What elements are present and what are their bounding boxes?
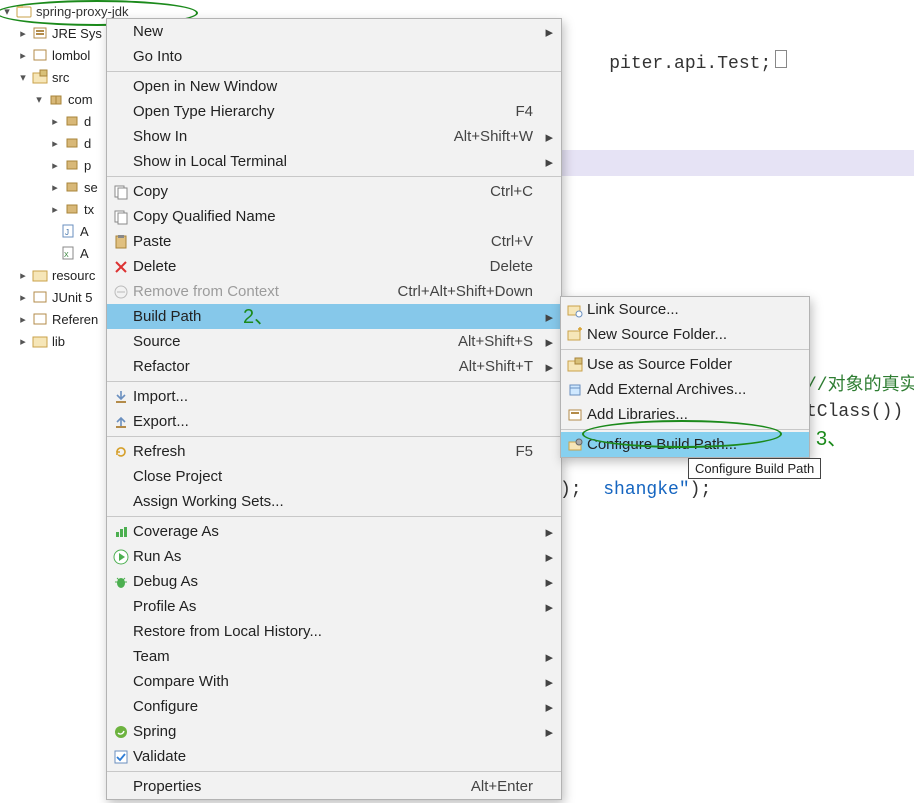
tree-label: src: [52, 70, 69, 85]
chevron-down-icon[interactable]: ▾: [32, 93, 46, 106]
menu-item-properties[interactable]: PropertiesAlt+Enter: [107, 774, 561, 799]
tooltip: Configure Build Path: [688, 458, 821, 479]
library-icon: [32, 289, 48, 305]
tree-label: lib: [52, 334, 65, 349]
tree-label: JUnit 5: [52, 290, 92, 305]
menu-item-new[interactable]: New▸: [107, 19, 561, 44]
menu-item-compare-with[interactable]: Compare With▸: [107, 669, 561, 694]
library-icon: [32, 25, 48, 41]
tree-label: com: [68, 92, 93, 107]
menu-item-copy[interactable]: CopyCtrl+C: [107, 179, 561, 204]
library-icon: [32, 47, 48, 63]
chevron-down-icon[interactable]: ▾: [16, 71, 30, 84]
menu-item-coverage-as[interactable]: Coverage As▸: [107, 519, 561, 544]
context-menu[interactable]: New▸ Go Into Open in New Window Open Typ…: [106, 18, 562, 800]
annotation-ring-3: [582, 420, 782, 448]
library-icon: [563, 407, 587, 423]
refresh-icon: [109, 444, 133, 460]
chevron-right-icon[interactable]: ▸: [16, 27, 30, 40]
validate-icon: [109, 749, 133, 765]
spring-icon: [109, 724, 133, 740]
library-icon: [32, 311, 48, 327]
folder-icon: [32, 333, 48, 349]
tree-label: A: [80, 224, 89, 239]
menu-item-source[interactable]: SourceAlt+Shift+S▸: [107, 329, 561, 354]
paste-icon: [109, 234, 133, 250]
menu-item-open-type-hierarchy[interactable]: Open Type HierarchyF4: [107, 99, 561, 124]
menu-item-restore-local-history[interactable]: Restore from Local History...: [107, 619, 561, 644]
source-folder-icon: [32, 69, 48, 85]
annotation-text-3: 3、: [816, 422, 847, 451]
menu-item-spring[interactable]: Spring▸: [107, 719, 561, 744]
menu-item-validate[interactable]: Validate: [107, 744, 561, 769]
svg-text:J: J: [65, 228, 69, 237]
xml-file-icon: X: [60, 245, 76, 261]
menu-item-add-external-archives[interactable]: Add External Archives...: [561, 377, 809, 402]
tree-label: JRE Sys: [52, 26, 102, 41]
debug-icon: [109, 574, 133, 590]
menu-item-paste[interactable]: PasteCtrl+V: [107, 229, 561, 254]
menu-item-profile-as[interactable]: Profile As▸: [107, 594, 561, 619]
package-icon: [48, 91, 64, 107]
menu-item-run-as[interactable]: Run As▸: [107, 544, 561, 569]
copy-qn-icon: [109, 209, 133, 225]
package-icon: [64, 157, 80, 173]
menu-item-export[interactable]: Export...: [107, 409, 561, 434]
export-icon: [109, 414, 133, 430]
menu-item-team[interactable]: Team▸: [107, 644, 561, 669]
new-source-folder-icon: [563, 327, 587, 343]
remove-context-icon: [109, 284, 133, 300]
tree-label: A: [80, 246, 89, 261]
menu-item-assign-working-sets[interactable]: Assign Working Sets...: [107, 489, 561, 514]
menu-item-import[interactable]: Import...: [107, 384, 561, 409]
java-file-icon: J: [60, 223, 76, 239]
tree-label: lombol: [52, 48, 90, 63]
menu-item-open-new-window[interactable]: Open in New Window: [107, 74, 561, 99]
package-icon: [64, 113, 80, 129]
tree-label: d: [84, 114, 91, 129]
source-folder-icon: [563, 357, 587, 373]
svg-text:X: X: [64, 252, 69, 259]
package-icon: [64, 179, 80, 195]
menu-item-link-source[interactable]: Link Source...: [561, 297, 809, 322]
chevron-right-icon[interactable]: ▸: [16, 49, 30, 62]
menu-item-delete[interactable]: DeleteDelete: [107, 254, 561, 279]
menu-item-configure[interactable]: Configure▸: [107, 694, 561, 719]
coverage-icon: [109, 524, 133, 540]
import-icon: [109, 389, 133, 405]
menu-item-use-as-source-folder[interactable]: Use as Source Folder: [561, 352, 809, 377]
tree-label: resourc: [52, 268, 95, 283]
configure-build-path-icon: [563, 437, 587, 453]
tree-label: se: [84, 180, 98, 195]
tree-label: d: [84, 136, 91, 151]
menu-item-refresh[interactable]: RefreshF5: [107, 439, 561, 464]
package-icon: [64, 201, 80, 217]
tree-label: tx: [84, 202, 94, 217]
menu-item-show-in[interactable]: Show InAlt+Shift+W▸: [107, 124, 561, 149]
package-icon: [64, 135, 80, 151]
run-icon: [109, 549, 133, 565]
copy-icon: [109, 184, 133, 200]
menu-item-debug-as[interactable]: Debug As▸: [107, 569, 561, 594]
menu-item-close-project[interactable]: Close Project: [107, 464, 561, 489]
annotation-text-2: 2、: [243, 300, 274, 329]
menu-item-show-local-terminal[interactable]: Show in Local Terminal▸: [107, 149, 561, 174]
menu-item-new-source-folder[interactable]: New Source Folder...: [561, 322, 809, 347]
tree-label: p: [84, 158, 91, 173]
tree-label: Referen: [52, 312, 98, 327]
menu-item-copy-qualified-name[interactable]: Copy Qualified Name: [107, 204, 561, 229]
menu-item-remove-context: Remove from ContextCtrl+Alt+Shift+Down: [107, 279, 561, 304]
source-folder-icon: [32, 267, 48, 283]
link-source-icon: [563, 302, 587, 318]
menu-item-refactor[interactable]: RefactorAlt+Shift+T▸: [107, 354, 561, 379]
menu-item-build-path[interactable]: Build Path▸: [107, 304, 561, 329]
delete-icon: [109, 259, 133, 275]
archive-icon: [563, 382, 587, 398]
menu-item-go-into[interactable]: Go Into: [107, 44, 561, 69]
